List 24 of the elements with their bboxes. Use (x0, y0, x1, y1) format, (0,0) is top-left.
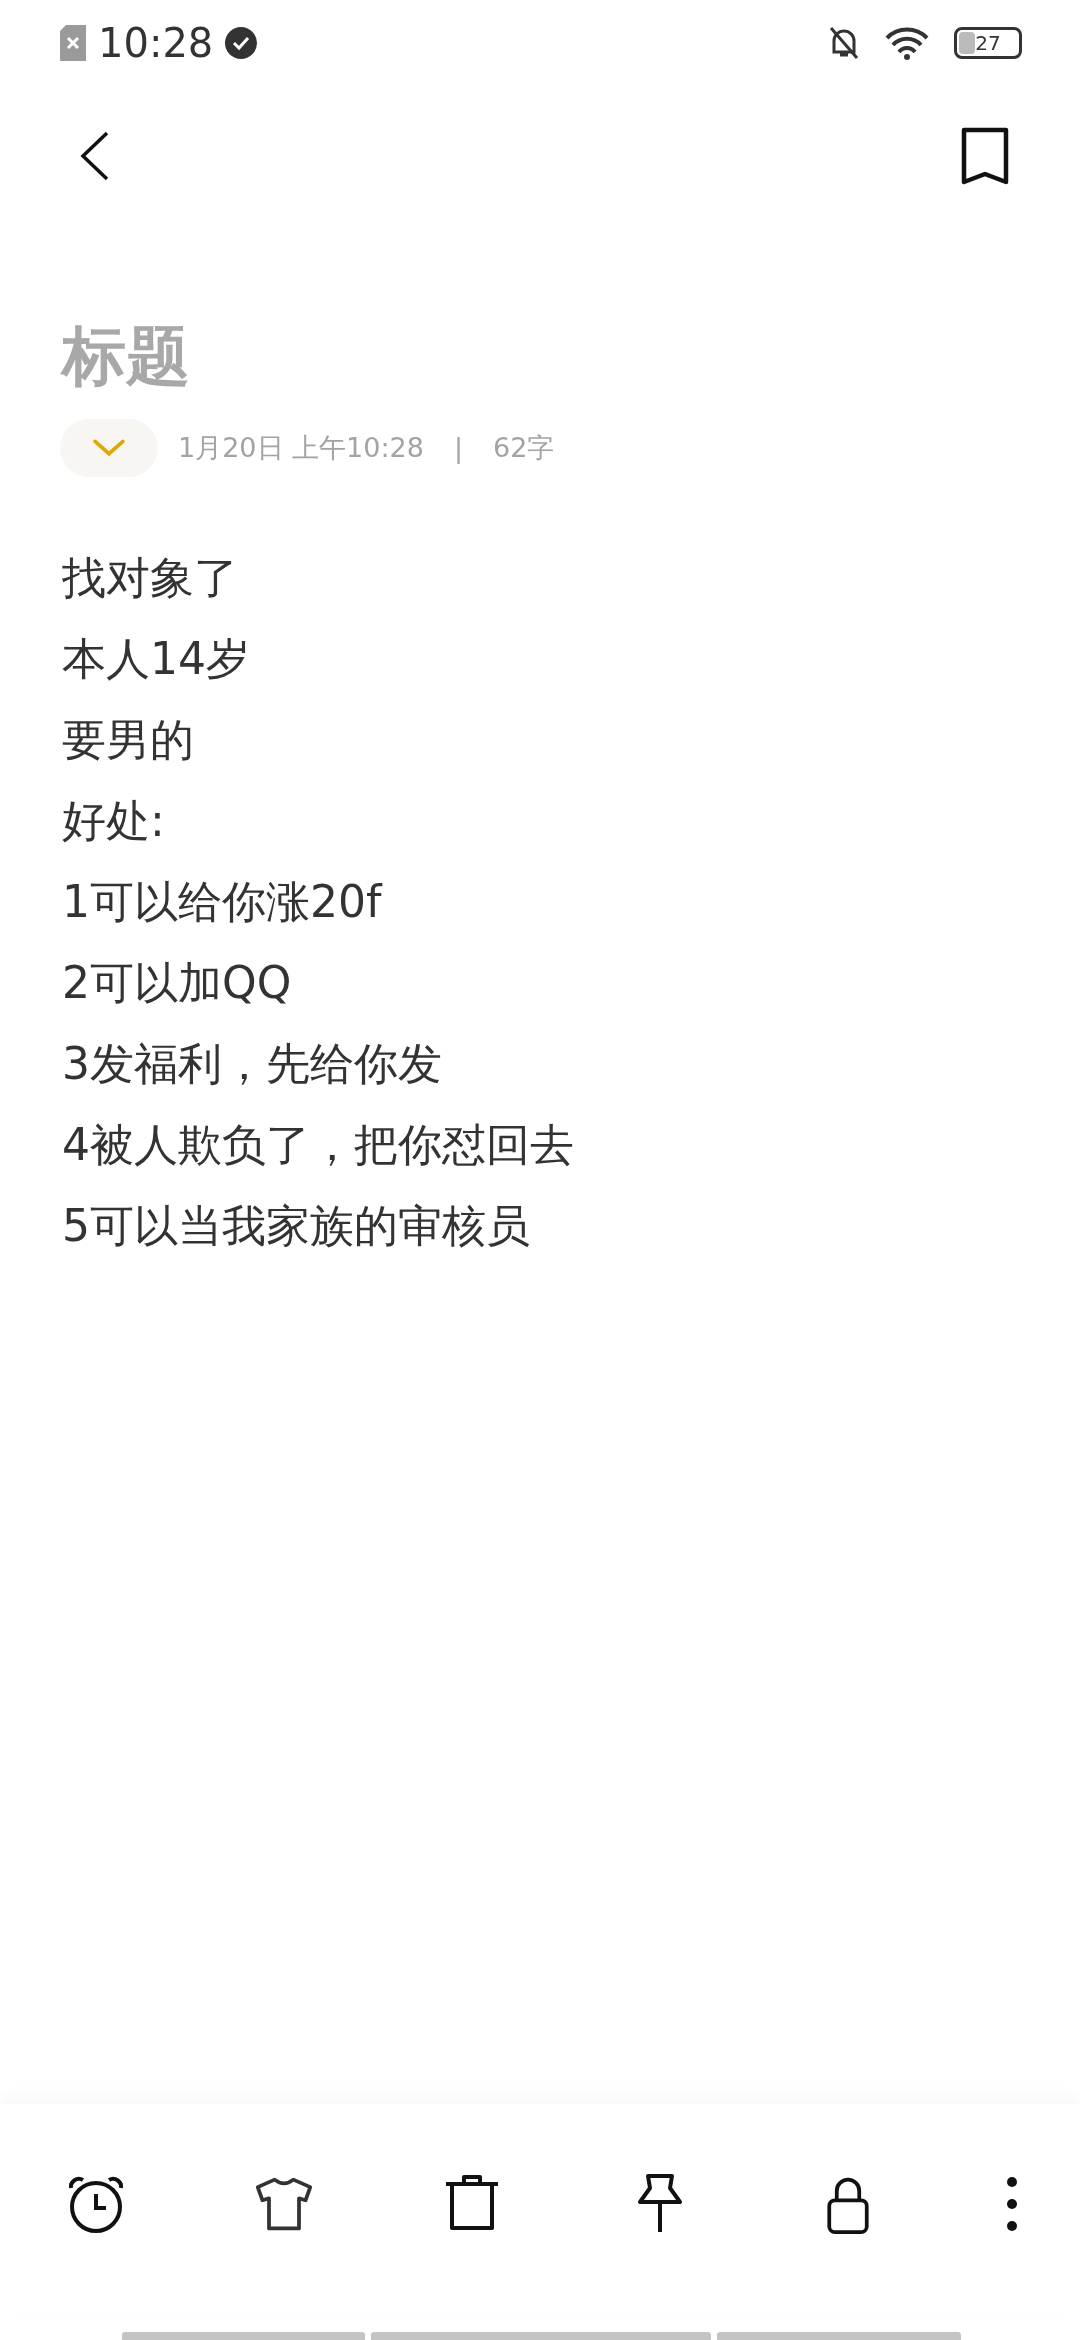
note-line: 好处: (62, 793, 166, 848)
note-line: 1可以给你涨20f (62, 874, 384, 929)
sim-card-icon (60, 25, 86, 61)
title-field[interactable]: 标题 (62, 318, 190, 395)
note-line: 要男的 (62, 712, 195, 767)
muted-bell-icon (828, 25, 860, 61)
note-line: 4被人欺负了，把你怼回去 (62, 1117, 575, 1172)
chevron-down-icon (92, 438, 126, 457)
status-time: 10:28 (98, 20, 214, 66)
alarm-clock-icon[interactable] (66, 2174, 126, 2234)
note-date: 1月20日 上午10:28 (178, 430, 424, 465)
battery-icon: 27 (954, 27, 1022, 59)
word-count: 62字 (493, 430, 555, 465)
note-line: 找对象了 (62, 550, 239, 605)
note-line: 本人14岁 (62, 631, 251, 686)
more-icon[interactable] (1006, 2174, 1018, 2234)
check-circle-icon (225, 27, 258, 59)
separator: | (453, 432, 464, 464)
note-line: 2可以加QQ (62, 955, 293, 1010)
bookmark-icon[interactable] (960, 126, 1010, 186)
back-icon[interactable] (80, 131, 110, 181)
wifi-icon (884, 26, 930, 60)
note-line: 5可以当我家族的审核员 (62, 1198, 531, 1253)
note-line: 3发福利，先给你发 (62, 1036, 443, 1091)
